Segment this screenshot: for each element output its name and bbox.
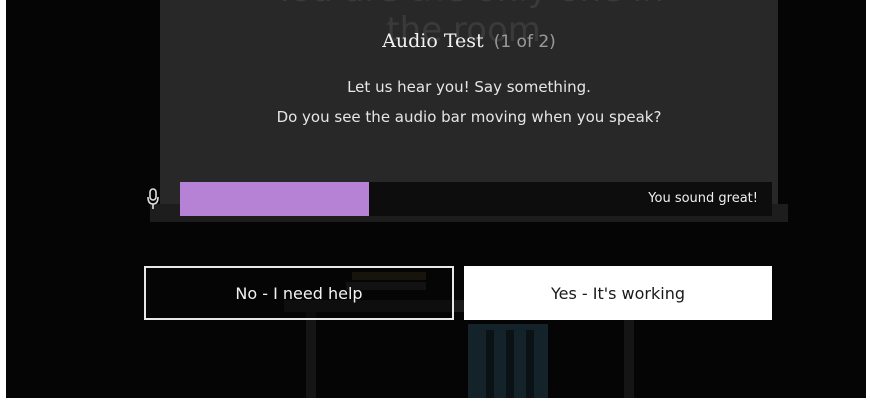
microphone-icon [147, 188, 159, 209]
background-desk-leg [306, 312, 316, 398]
background-chair-slot [506, 330, 514, 398]
background-desk-leg [624, 312, 634, 398]
dialog-title: Audio Test [382, 30, 484, 52]
background-heading-line1: You are the only one in [274, 0, 664, 10]
audio-level-meter: You sound great! [180, 182, 772, 216]
meter-status: You sound great! [648, 191, 758, 206]
step-indicator: (1 of 2) [493, 32, 556, 52]
instruction-line1: Let us hear you! Say something. [347, 78, 591, 96]
dialog-title-row: Audio Test (1 of 2) [160, 30, 778, 52]
yes-working-button-label: Yes - It's working [550, 283, 686, 303]
no-help-button-label: No - I need help [235, 283, 363, 303]
instruction-line2: Do you see the audio bar moving when you… [276, 108, 662, 126]
background-chair-slot [486, 330, 494, 398]
background-chair-slot [526, 330, 534, 398]
yes-working-button[interactable]: Yes - It's working [464, 266, 772, 320]
audio-level-fill [180, 182, 369, 216]
no-help-button[interactable]: No - I need help [144, 266, 454, 320]
audio-test-screen: You are the only one in the room. Audio … [6, 0, 866, 398]
